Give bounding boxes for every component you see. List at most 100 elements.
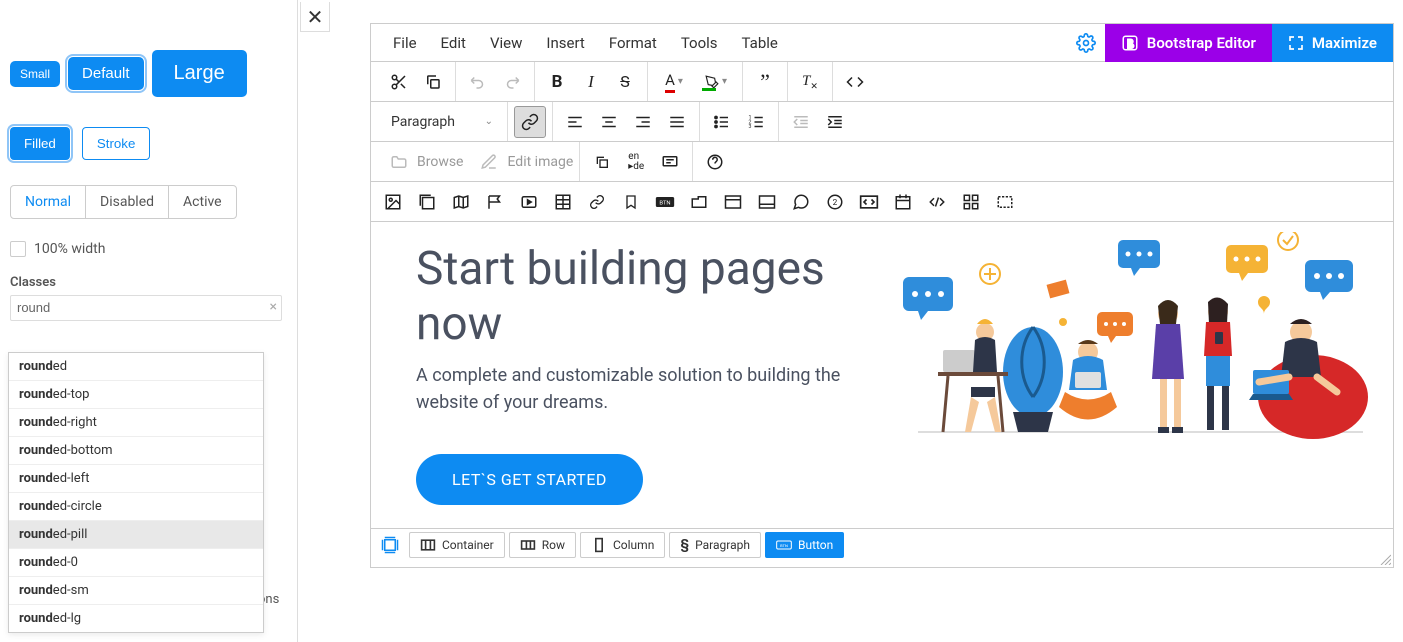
state-active[interactable]: Active bbox=[169, 186, 236, 218]
state-normal[interactable]: Normal bbox=[11, 186, 86, 218]
flag-icon[interactable] bbox=[485, 192, 505, 212]
strikethrough-icon[interactable]: S bbox=[609, 66, 641, 98]
copy2-icon[interactable] bbox=[586, 146, 618, 178]
card-icon[interactable] bbox=[757, 192, 777, 212]
container-icon bbox=[420, 537, 436, 553]
code-icon[interactable] bbox=[839, 66, 871, 98]
resize-handle-icon[interactable] bbox=[1379, 553, 1391, 565]
gallery-icon[interactable] bbox=[417, 192, 437, 212]
align-center-icon[interactable] bbox=[593, 106, 625, 138]
clear-search-icon[interactable]: × bbox=[270, 299, 277, 315]
grid-selector-icon[interactable] bbox=[377, 532, 403, 558]
breadcrumb-paragraph[interactable]: § Paragraph bbox=[669, 532, 761, 558]
breadcrumb-button[interactable]: BTN Button bbox=[765, 532, 844, 558]
fullwidth-checkbox-row[interactable]: 100% width bbox=[10, 241, 287, 257]
suggestion-rounded-lg[interactable]: rounded-lg bbox=[9, 605, 263, 632]
cut-icon[interactable] bbox=[383, 66, 415, 98]
breadcrumb-container[interactable]: Container bbox=[409, 532, 505, 558]
bullet-list-icon[interactable] bbox=[706, 106, 738, 138]
size-large-button[interactable]: Large bbox=[152, 50, 247, 97]
circled-2-icon[interactable]: 2 bbox=[825, 192, 845, 212]
filled-button[interactable]: Filled bbox=[10, 127, 70, 160]
suggestion-rounded-bottom[interactable]: rounded-bottom bbox=[9, 437, 263, 465]
redo-icon[interactable] bbox=[496, 66, 528, 98]
suggestion-rounded-top[interactable]: rounded-top bbox=[9, 381, 263, 409]
indent-icon[interactable] bbox=[819, 106, 851, 138]
maximize-button[interactable]: Maximize bbox=[1272, 24, 1393, 62]
state-disabled[interactable]: Disabled bbox=[86, 186, 169, 218]
menu-edit[interactable]: Edit bbox=[429, 34, 478, 52]
breadcrumb-row[interactable]: Row bbox=[509, 532, 576, 558]
menu-tools[interactable]: Tools bbox=[669, 34, 730, 52]
map-icon[interactable] bbox=[451, 192, 471, 212]
svg-text:BTN: BTN bbox=[780, 543, 788, 548]
stroke-button[interactable]: Stroke bbox=[82, 127, 151, 160]
button-insert-icon[interactable]: BTN bbox=[655, 192, 675, 212]
suggestion-rounded-pill[interactable]: rounded-pill bbox=[9, 521, 263, 549]
suggestion-rounded-sm[interactable]: rounded-sm bbox=[9, 577, 263, 605]
column-icon bbox=[591, 537, 607, 553]
bold-icon[interactable]: B bbox=[541, 66, 573, 98]
embed-icon[interactable] bbox=[859, 192, 879, 212]
size-default-button[interactable]: Default bbox=[68, 57, 144, 90]
suggestion-rounded-0[interactable]: rounded-0 bbox=[9, 549, 263, 577]
align-justify-icon[interactable] bbox=[661, 106, 693, 138]
italic-icon[interactable]: I bbox=[575, 66, 607, 98]
translate-icon[interactable]: en▸de bbox=[620, 146, 652, 178]
highlight-icon[interactable]: ▾ bbox=[696, 66, 736, 98]
menu-view[interactable]: View bbox=[478, 34, 534, 52]
video-icon[interactable] bbox=[519, 192, 539, 212]
code-block-icon[interactable] bbox=[927, 192, 947, 212]
suggestion-rounded-left[interactable]: rounded-left bbox=[9, 465, 263, 493]
menu-insert[interactable]: Insert bbox=[534, 34, 596, 52]
editor-canvas[interactable]: Start building pages now A complete and … bbox=[371, 222, 1393, 528]
grid-icon[interactable] bbox=[961, 192, 981, 212]
dashed-box-icon[interactable] bbox=[995, 192, 1015, 212]
class-search-input[interactable] bbox=[17, 300, 257, 315]
paragraph-format-select[interactable]: Paragraph⌄ bbox=[383, 114, 501, 130]
bootstrap-editor-button[interactable]: Bootstrap Editor bbox=[1105, 24, 1272, 62]
numbered-list-icon[interactable]: 123 bbox=[740, 106, 772, 138]
browse-label[interactable]: Browse bbox=[417, 154, 463, 170]
text-color-icon[interactable]: A▾ bbox=[654, 66, 694, 98]
window-icon[interactable] bbox=[723, 192, 743, 212]
link2-icon[interactable] bbox=[587, 192, 607, 212]
calendar-icon[interactable] bbox=[893, 192, 913, 212]
copy-icon[interactable] bbox=[417, 66, 449, 98]
settings-gear-icon[interactable] bbox=[1067, 24, 1105, 62]
suggestion-rounded[interactable]: rounded bbox=[9, 353, 263, 381]
cta-button[interactable]: LET`S GET STARTED bbox=[416, 454, 643, 505]
chat-icon[interactable] bbox=[791, 192, 811, 212]
tab-icon[interactable] bbox=[689, 192, 709, 212]
menu-file[interactable]: File bbox=[381, 34, 429, 52]
edit-image-icon[interactable] bbox=[473, 146, 505, 178]
breadcrumb-column[interactable]: Column bbox=[580, 532, 665, 558]
size-small-button[interactable]: Small bbox=[10, 61, 60, 87]
bootstrap-icon bbox=[1121, 34, 1139, 52]
align-left-icon[interactable] bbox=[559, 106, 591, 138]
maximize-icon bbox=[1288, 35, 1304, 51]
align-right-icon[interactable] bbox=[627, 106, 659, 138]
suggestion-rounded-right[interactable]: rounded-right bbox=[9, 409, 263, 437]
svg-text:2: 2 bbox=[833, 198, 838, 208]
close-sidebar-icon[interactable]: ✕ bbox=[300, 2, 330, 32]
insert-icons-row: BTN 2 bbox=[371, 182, 1393, 222]
undo-icon[interactable] bbox=[462, 66, 494, 98]
folder-open-icon[interactable] bbox=[383, 146, 415, 178]
comment-box-icon[interactable] bbox=[654, 146, 686, 178]
page-headline[interactable]: Start building pages now bbox=[416, 242, 916, 352]
edit-image-label[interactable]: Edit image bbox=[507, 154, 573, 170]
bookmark-icon[interactable] bbox=[621, 192, 641, 212]
table-insert-icon[interactable] bbox=[553, 192, 573, 212]
menu-table[interactable]: Table bbox=[730, 34, 790, 52]
blockquote-icon[interactable]: ” bbox=[749, 66, 781, 98]
suggestion-rounded-circle[interactable]: rounded-circle bbox=[9, 493, 263, 521]
help-icon[interactable] bbox=[699, 146, 731, 178]
menu-format[interactable]: Format bbox=[597, 34, 669, 52]
image-icon[interactable] bbox=[383, 192, 403, 212]
page-subtext[interactable]: A complete and customizable solution to … bbox=[416, 362, 846, 416]
link-icon[interactable] bbox=[514, 106, 546, 138]
checkbox-icon[interactable] bbox=[10, 241, 26, 257]
outdent-icon[interactable] bbox=[785, 106, 817, 138]
clear-formatting-icon[interactable]: T✕ bbox=[794, 66, 826, 98]
